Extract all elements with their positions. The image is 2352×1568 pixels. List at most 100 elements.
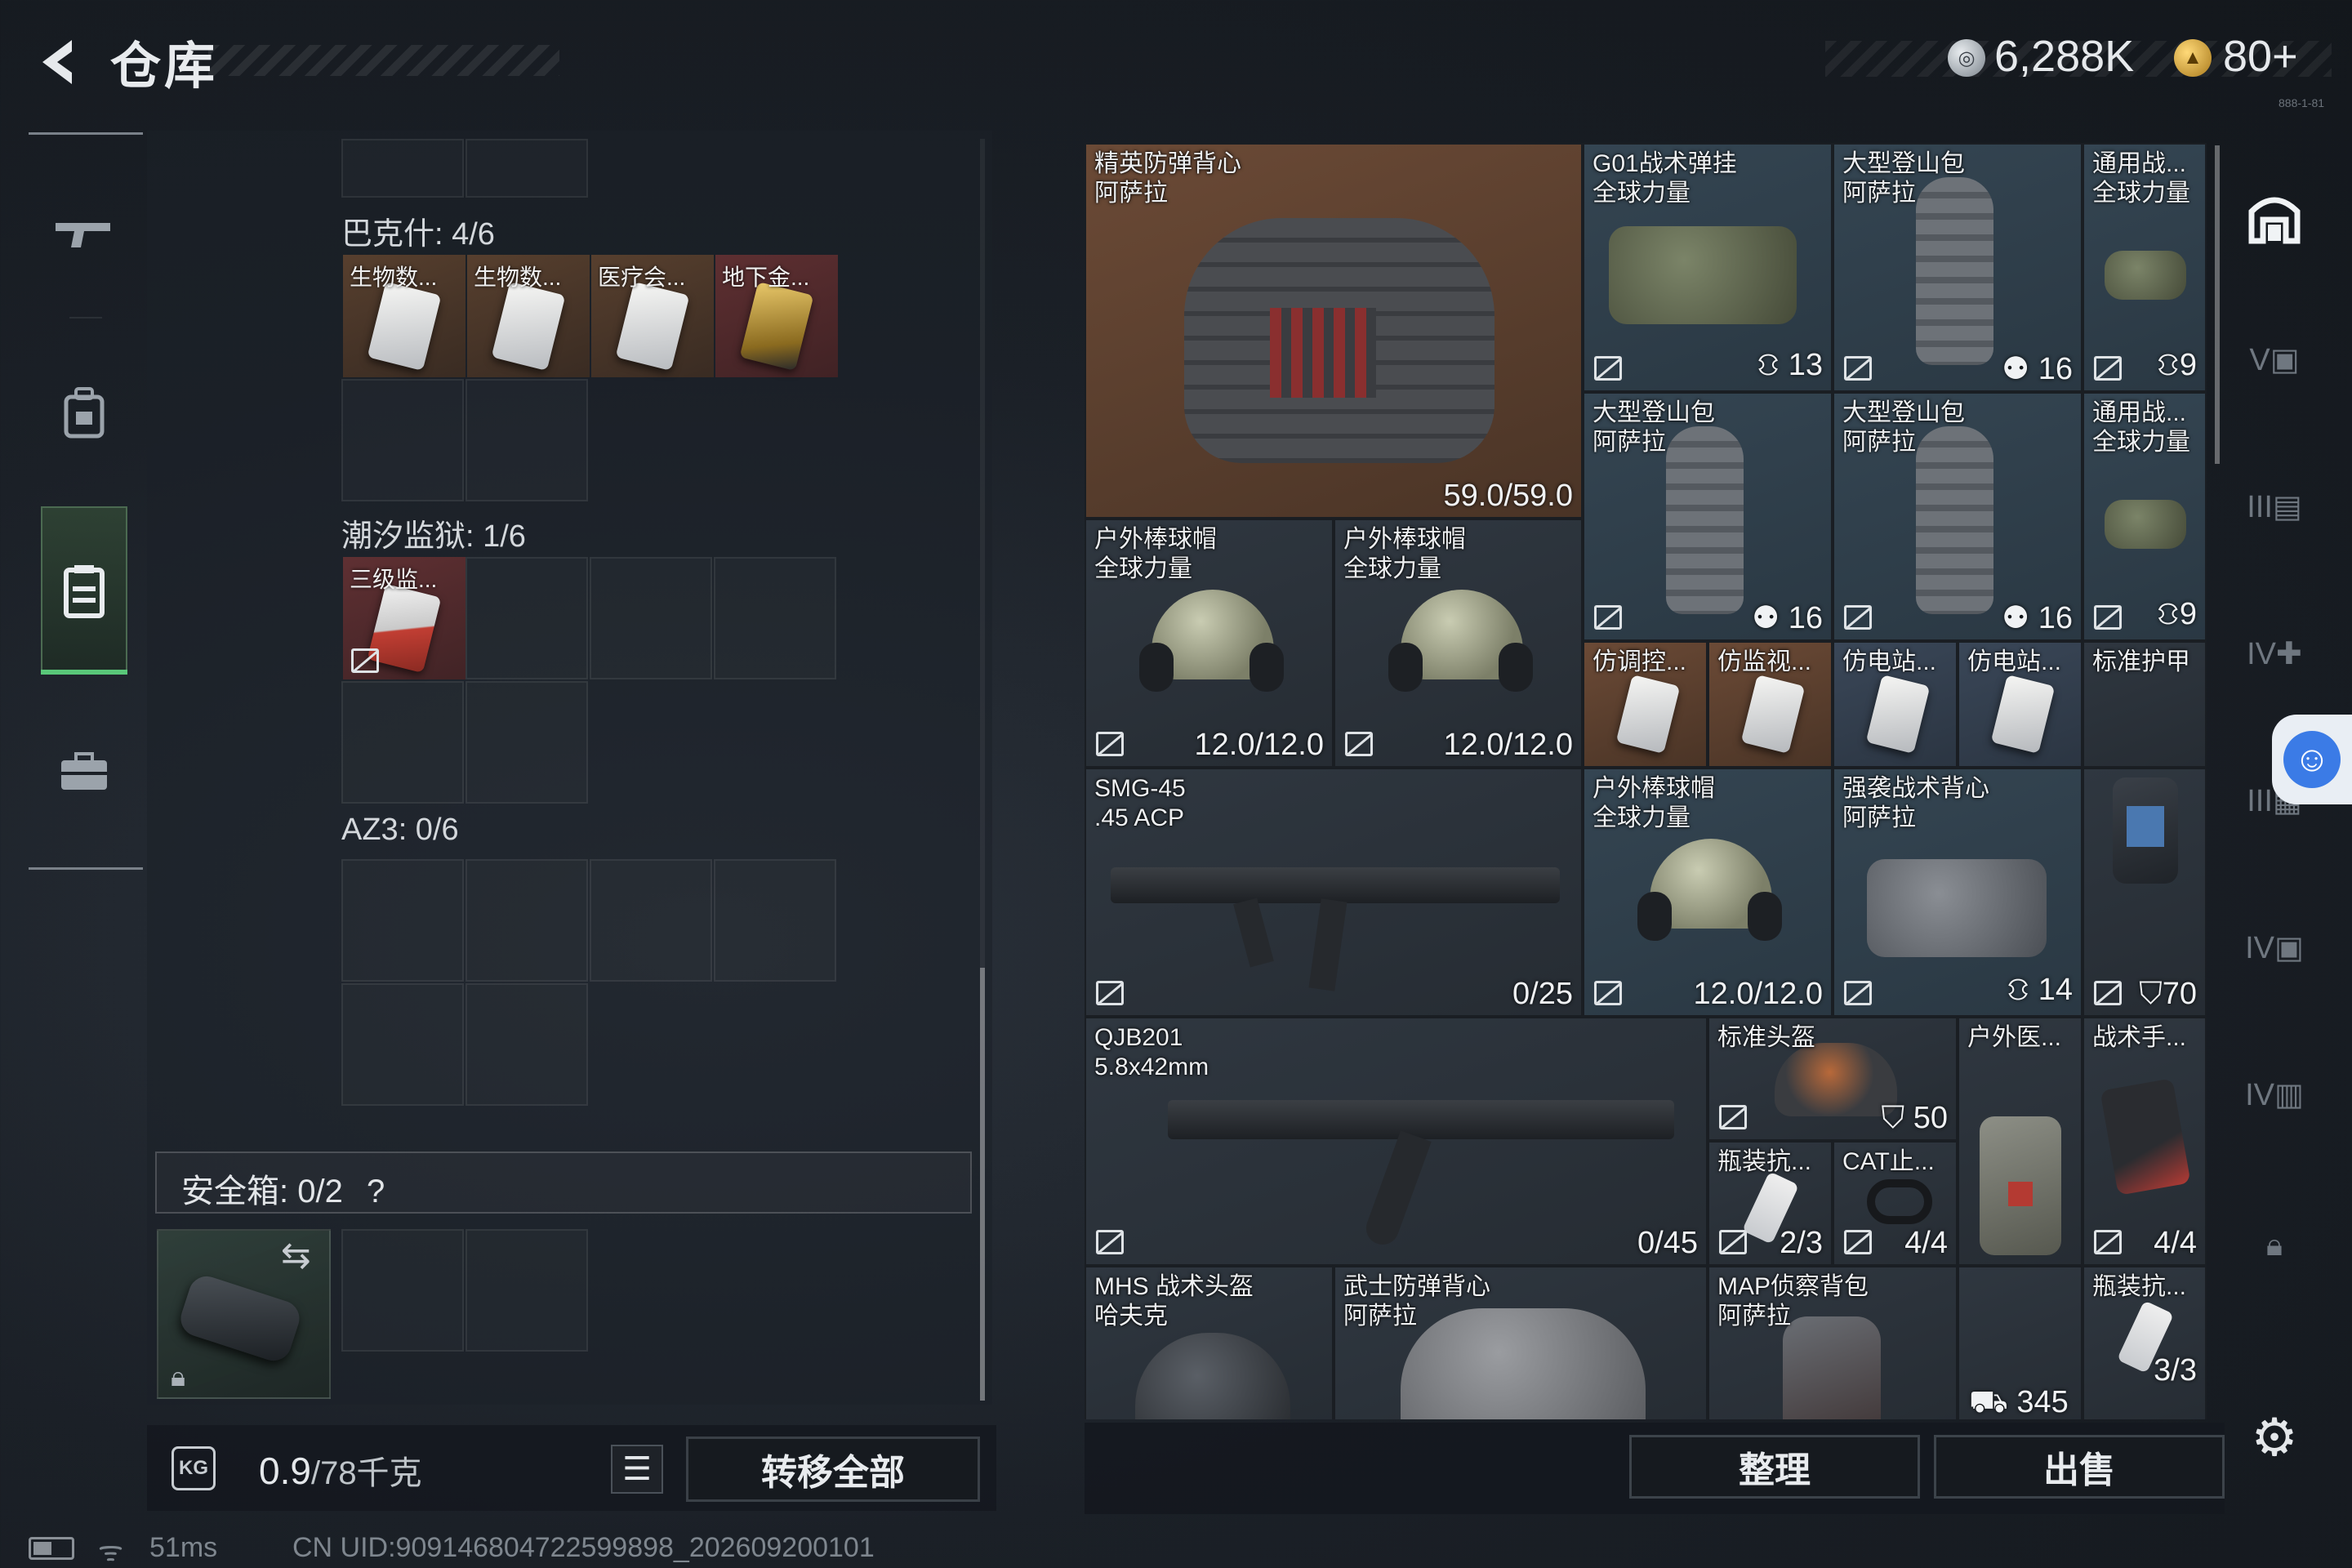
inventory-item-tactical-kit[interactable]: 战术手... 4/4 (2082, 1017, 2207, 1266)
safe-box-slot[interactable]: ⇆ 🔒︎ (157, 1229, 331, 1399)
inventory-item-smg-45[interactable]: SMG-45 .45 ACP 0/25 (1085, 768, 1583, 1017)
filter-tier4-folder[interactable]: IV▥ (2242, 1062, 2307, 1127)
inventory-item-baseball-cap[interactable]: 户外棒球帽 全球力量 12.0/12.0 (1085, 519, 1334, 768)
storage-cell[interactable] (466, 139, 588, 198)
storage-item[interactable]: 医疗会... (591, 255, 714, 377)
item-ammo: 0/45 (1637, 1226, 1698, 1260)
inventory-item-baseball-cap[interactable]: 户外棒球帽 全球力量 12.0/12.0 (1583, 768, 1833, 1017)
nav-weapons[interactable] (41, 151, 127, 314)
inventory-item-mountain-pack[interactable]: 大型登山包 阿萨拉 ⚉ 16 (1833, 392, 2082, 641)
sort-button[interactable]: 整理 (1629, 1435, 1920, 1499)
card-image (1615, 675, 1681, 754)
inventory-item-card[interactable]: 仿电站... (1958, 641, 2082, 768)
no-insure-icon (2094, 356, 2122, 381)
inventory-item-armor-plate[interactable]: ⛉70 (2082, 768, 2207, 1017)
inventory-item-card[interactable]: 仿监视... (1708, 641, 1833, 768)
storage-cell[interactable] (714, 859, 836, 982)
nav-backpack[interactable] (41, 331, 127, 494)
list-view-button[interactable]: ☰ (611, 1445, 663, 1494)
accessibility-icon: ☺ (2283, 731, 2341, 788)
storage-item[interactable]: 生物数... (467, 255, 590, 377)
storage-cell[interactable] (466, 379, 588, 501)
battery-icon (29, 1537, 74, 1560)
filter-tier5[interactable]: V▣ (2242, 327, 2307, 392)
item-name: 大型登山包 阿萨拉 (1842, 150, 1965, 207)
inventory-scroll-thumb[interactable] (2215, 145, 2220, 464)
filter-tier3[interactable]: III▤ (2242, 474, 2307, 539)
storage-cell[interactable] (466, 983, 588, 1106)
weight-readout: 0.9/78千克 (259, 1446, 422, 1494)
inventory-item-standard-armor[interactable]: 标准护甲 (2082, 641, 2207, 768)
nav-storage[interactable] (41, 506, 127, 674)
storage-cell[interactable] (341, 983, 464, 1106)
inventory-item-card[interactable]: 仿电站... (1833, 641, 1958, 768)
swap-icon[interactable]: ⇆ (281, 1235, 311, 1276)
capacity-value: 16 (2038, 352, 2073, 386)
storage-cell[interactable] (341, 859, 464, 982)
storage-cell[interactable] (341, 379, 464, 501)
item-name: 大型登山包 阿萨拉 (1842, 399, 1965, 456)
weight-current: 0.9 (259, 1450, 311, 1492)
safe-box-cell[interactable] (341, 1229, 464, 1352)
grip-image (1233, 898, 1274, 968)
storage-cell[interactable] (341, 139, 464, 198)
inventory-item-baseball-cap[interactable]: 户外棒球帽 全球力量 12.0/12.0 (1334, 519, 1583, 768)
capacity-value: 9 (2179, 597, 2197, 631)
help-icon[interactable]: ? (367, 1174, 385, 1209)
inventory-item-antibiotic[interactable]: 瓶装抗... 3/3 (2082, 1266, 2207, 1419)
capacity-value: 16 (1788, 601, 1823, 635)
item-name: 户外棒球帽 全球力量 (1094, 526, 1217, 582)
storage-cell[interactable] (714, 557, 836, 679)
storage-item[interactable]: 地下金... (715, 255, 838, 377)
safe-box-cell[interactable] (466, 1229, 588, 1352)
inventory-item-map-recon-pack[interactable]: MAP侦察背包 阿萨拉 (1708, 1266, 1958, 1419)
item-capacity: ⛻ 14 (2006, 973, 2073, 1007)
no-insure-icon (1096, 981, 1124, 1005)
storage-cell[interactable] (590, 557, 712, 679)
item-name: 户外医... (1967, 1024, 2062, 1051)
item-name: 通用战... 全球力量 (2092, 399, 2190, 456)
item-uses: 2/3 (1780, 1226, 1823, 1260)
inventory-item-mhs-helmet[interactable]: MHS 战术头盔 哈夫克 (1085, 1266, 1334, 1419)
silver-amount: 6,288K (1994, 32, 2135, 81)
item-name: 瓶装抗... (1717, 1148, 1812, 1175)
filter-all[interactable] (2242, 184, 2307, 249)
inventory-item-antibiotic[interactable]: 瓶装抗... 2/3 (1708, 1141, 1833, 1266)
inventory-item-samurai-vest[interactable]: 武士防弹背心 阿萨拉 (1334, 1266, 1708, 1419)
tier4-medical-icon: IV✚ (2247, 636, 2302, 671)
inventory-item-general-rig[interactable]: 通用战... 全球力量 ⛻9 (2082, 392, 2207, 641)
inventory-item-standard-helmet[interactable]: 标准头盔 ⛉ 50 (1708, 1017, 1958, 1141)
storage-item[interactable]: 生物数... (343, 255, 466, 377)
settings-button[interactable]: ⚙ (2242, 1405, 2307, 1470)
nav-toolbox[interactable] (41, 690, 127, 853)
page-title: 仓库 (110, 38, 219, 95)
inventory-item-outdoor-medkit[interactable]: 户外医... (1958, 1017, 2082, 1266)
inventory-item-elite-vest[interactable]: 精英防弹背心 阿萨拉 59.0/59.0 (1085, 143, 1583, 519)
inventory-item-mountain-pack[interactable]: 大型登山包 阿萨拉 ⚉ 16 (1583, 392, 1833, 641)
gold-amount[interactable]: 80+ (2223, 31, 2298, 82)
transfer-all-button[interactable]: 转移全部 (686, 1437, 980, 1502)
inventory-item-container[interactable]: ⛟ 345 (1958, 1266, 2082, 1419)
no-insure-icon (1844, 1230, 1872, 1254)
storage-scroll-thumb[interactable] (980, 968, 985, 1401)
inventory-item-assault-vest[interactable]: 强袭战术背心 阿萨拉 ⛻ 14 (1833, 768, 2082, 1017)
filter-tier4-medical[interactable]: IV✚ (2242, 621, 2307, 686)
inventory-item-card[interactable]: 仿调控... (1583, 641, 1708, 768)
accessibility-button[interactable]: ☺ (2272, 715, 2352, 804)
storage-cell[interactable] (590, 859, 712, 982)
storage-cell[interactable] (341, 681, 464, 804)
storage-item[interactable]: 三级监... (343, 557, 466, 679)
filter-tier4-case[interactable]: IV▣ (2242, 915, 2307, 980)
back-button[interactable] (24, 29, 90, 95)
no-insure-icon (1096, 732, 1124, 756)
inventory-item-g01-rig[interactable]: G01战术弹挂 全球力量 ⛻ 13 (1583, 143, 1833, 392)
inventory-item-cat-tourniquet[interactable]: CAT止... 4/4 (1833, 1141, 1958, 1266)
sell-button[interactable]: 出售 (1934, 1435, 2225, 1499)
storage-cell[interactable] (466, 557, 588, 679)
inventory-item-general-rig[interactable]: 通用战... 全球力量 ⛻9 (2082, 143, 2207, 392)
storage-cell[interactable] (466, 859, 588, 982)
inventory-item-qjb201[interactable]: QJB201 5.8x42mm 0/45 (1085, 1017, 1708, 1266)
filter-locked[interactable]: 🔒︎ (2242, 1213, 2307, 1278)
inventory-item-mountain-pack[interactable]: 大型登山包 阿萨拉 ⚉ 16 (1833, 143, 2082, 392)
storage-cell[interactable] (466, 681, 588, 804)
